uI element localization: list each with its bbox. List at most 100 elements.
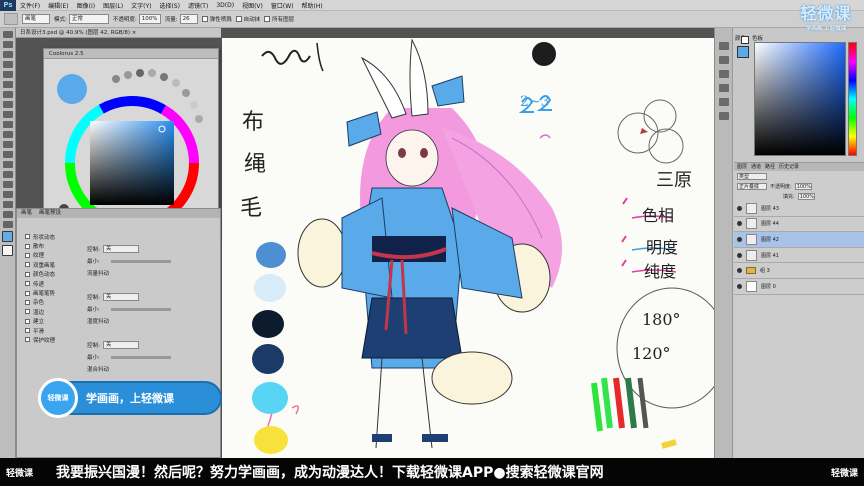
menu-help[interactable]: 帮助(H) bbox=[298, 1, 327, 10]
character-panel-icon[interactable] bbox=[718, 98, 729, 106]
marquee-tool-icon[interactable] bbox=[2, 41, 13, 48]
min-label-3: 最小: bbox=[87, 355, 100, 361]
menu-select[interactable]: 选择(S) bbox=[155, 1, 184, 10]
menu-type[interactable]: 文字(Y) bbox=[127, 1, 155, 10]
layer-row[interactable]: 图层 43 bbox=[734, 201, 864, 217]
move-tool-icon[interactable] bbox=[2, 31, 13, 38]
layer-row[interactable]: 图层 0 bbox=[734, 279, 864, 295]
brush-tab-presets[interactable]: 画笔预设 bbox=[39, 210, 61, 216]
menu-file[interactable]: 文件(F) bbox=[16, 1, 44, 10]
bottom-banner: 轻微课 我要振兴国漫！然后呢？努力学画画，成为动漫达人！下载轻微课APP●搜索轻… bbox=[0, 458, 864, 486]
opacity-input[interactable]: 100% bbox=[138, 14, 161, 24]
eye-icon[interactable] bbox=[737, 236, 742, 242]
brush-tab-brush[interactable]: 画笔 bbox=[21, 210, 32, 216]
flow-input[interactable]: 26 bbox=[179, 14, 198, 24]
history-brush-tool-icon[interactable] bbox=[2, 121, 13, 128]
ctl2-label: 控制: bbox=[87, 295, 100, 301]
blend-mode-select[interactable]: 正片叠底 bbox=[737, 182, 767, 190]
brush-tool-icon-side[interactable] bbox=[2, 101, 13, 108]
eye-icon[interactable] bbox=[737, 205, 742, 211]
adjustments-panel-icon[interactable] bbox=[718, 70, 729, 78]
min-slider-2[interactable] bbox=[110, 307, 171, 311]
layer-name: 图层 42 bbox=[761, 236, 779, 243]
tab-history[interactable]: 历史记录 bbox=[779, 163, 799, 171]
color-picker-field[interactable] bbox=[754, 42, 846, 156]
eyedropper-tool-icon[interactable] bbox=[2, 81, 13, 88]
path-select-tool-icon[interactable] bbox=[2, 191, 13, 198]
menu-view[interactable]: 视图(V) bbox=[238, 1, 267, 10]
canvas[interactable]: 布 绳 毛 三原 色相 明度 纯度 180° 120° 2~3 bbox=[222, 38, 714, 458]
menu-image[interactable]: 图像(I) bbox=[73, 1, 99, 10]
ctl1-select[interactable]: 关 bbox=[102, 245, 139, 253]
pen-tool-icon[interactable] bbox=[2, 171, 13, 178]
promo-text: 学画画，上轻微课 bbox=[86, 392, 174, 405]
opacity-label: 不透明度: bbox=[112, 17, 137, 23]
check-auto[interactable] bbox=[235, 16, 242, 22]
layer-row[interactable]: 图层 44 bbox=[734, 217, 864, 233]
brush-tool-icon[interactable] bbox=[4, 13, 18, 25]
layer-thumbnail bbox=[746, 280, 757, 292]
layers-filter-row: 类型 bbox=[734, 171, 864, 181]
layer-fill-input[interactable]: 100% bbox=[797, 192, 815, 200]
document-tab[interactable]: 日系设计3.psd @ 40.9% (图层 42, RGB/8) × bbox=[16, 28, 221, 38]
layer-row[interactable]: 图层 41 bbox=[734, 248, 864, 264]
eye-icon[interactable] bbox=[737, 252, 742, 258]
crop-tool-icon[interactable] bbox=[2, 71, 13, 78]
menu-3d[interactable]: 3D(D) bbox=[212, 2, 238, 9]
info-panel-icon[interactable] bbox=[718, 84, 729, 92]
layer-thumbnail bbox=[746, 218, 757, 230]
eye-icon[interactable] bbox=[737, 221, 742, 227]
stamp-tool-icon[interactable] bbox=[2, 111, 13, 118]
brush-preset-select[interactable]: 画笔 bbox=[22, 14, 50, 24]
brush-row[interactable]: 形状动态 bbox=[17, 232, 220, 241]
check-all-layers[interactable] bbox=[264, 16, 271, 22]
lasso-tool-icon[interactable] bbox=[2, 51, 13, 58]
menu-window[interactable]: 窗口(W) bbox=[267, 1, 298, 10]
menu-filter[interactable]: 滤镜(T) bbox=[184, 1, 212, 10]
check-elastic[interactable] bbox=[201, 16, 208, 22]
photoshop-logo[interactable]: Ps bbox=[0, 0, 16, 11]
menu-layer[interactable]: 图层(L) bbox=[99, 1, 127, 10]
dodge-tool-icon[interactable] bbox=[2, 161, 13, 168]
blur-tool-icon[interactable] bbox=[2, 151, 13, 158]
watermark: 轻微课 学画画 上轻微课 bbox=[788, 0, 864, 34]
layer-row-active[interactable]: 图层 42 bbox=[734, 232, 864, 248]
menu-edit[interactable]: 编辑(E) bbox=[44, 1, 72, 10]
min-slider[interactable] bbox=[110, 259, 171, 263]
panel-background-swatch[interactable] bbox=[741, 36, 749, 44]
min-slider-3[interactable] bbox=[110, 355, 171, 359]
eraser-tool-icon[interactable] bbox=[2, 131, 13, 138]
tab-layers[interactable]: 图层 bbox=[737, 163, 747, 171]
check-auto-label: 自动抹 bbox=[243, 17, 261, 23]
type-tool-icon[interactable] bbox=[2, 181, 13, 188]
layer-opacity-input[interactable]: 100% bbox=[794, 182, 812, 190]
tab-channels[interactable]: 通道 bbox=[751, 163, 761, 171]
panel-foreground-swatch[interactable] bbox=[737, 46, 749, 58]
tab-paths[interactable]: 路径 bbox=[765, 163, 775, 171]
ctl3-select[interactable]: 关 bbox=[102, 341, 139, 349]
layer-name: 组 3 bbox=[760, 268, 770, 275]
healing-tool-icon[interactable] bbox=[2, 91, 13, 98]
properties-panel-icon[interactable] bbox=[718, 56, 729, 64]
hue-slider[interactable] bbox=[848, 42, 857, 156]
quick-select-tool-icon[interactable] bbox=[2, 61, 13, 68]
mode-select[interactable]: 正常 bbox=[68, 14, 109, 24]
eye-icon[interactable] bbox=[737, 283, 742, 289]
eye-icon[interactable] bbox=[737, 268, 742, 274]
foreground-color-swatch[interactable] bbox=[2, 231, 13, 242]
layer-group-row[interactable]: 组 3 bbox=[734, 263, 864, 279]
ctl2-select[interactable]: 关 bbox=[102, 293, 139, 301]
background-color-swatch[interactable] bbox=[2, 245, 13, 256]
tab-swatches[interactable]: 色板 bbox=[752, 34, 763, 42]
banner-logo-right: 轻微课 bbox=[830, 468, 858, 479]
gradient-tool-icon[interactable] bbox=[2, 141, 13, 148]
paragraph-panel-icon[interactable] bbox=[718, 112, 729, 120]
history-panel-icon[interactable] bbox=[718, 42, 729, 50]
layer-kind-select[interactable]: 类型 bbox=[737, 172, 767, 180]
min-label: 最小: bbox=[87, 259, 100, 265]
brush-tab[interactable]: 画笔 画笔预设 bbox=[17, 209, 220, 218]
shape-tool-icon[interactable] bbox=[2, 201, 13, 208]
note-cloth: 布 bbox=[242, 110, 265, 135]
zoom-tool-icon[interactable] bbox=[2, 221, 13, 228]
hand-tool-icon[interactable] bbox=[2, 211, 13, 218]
